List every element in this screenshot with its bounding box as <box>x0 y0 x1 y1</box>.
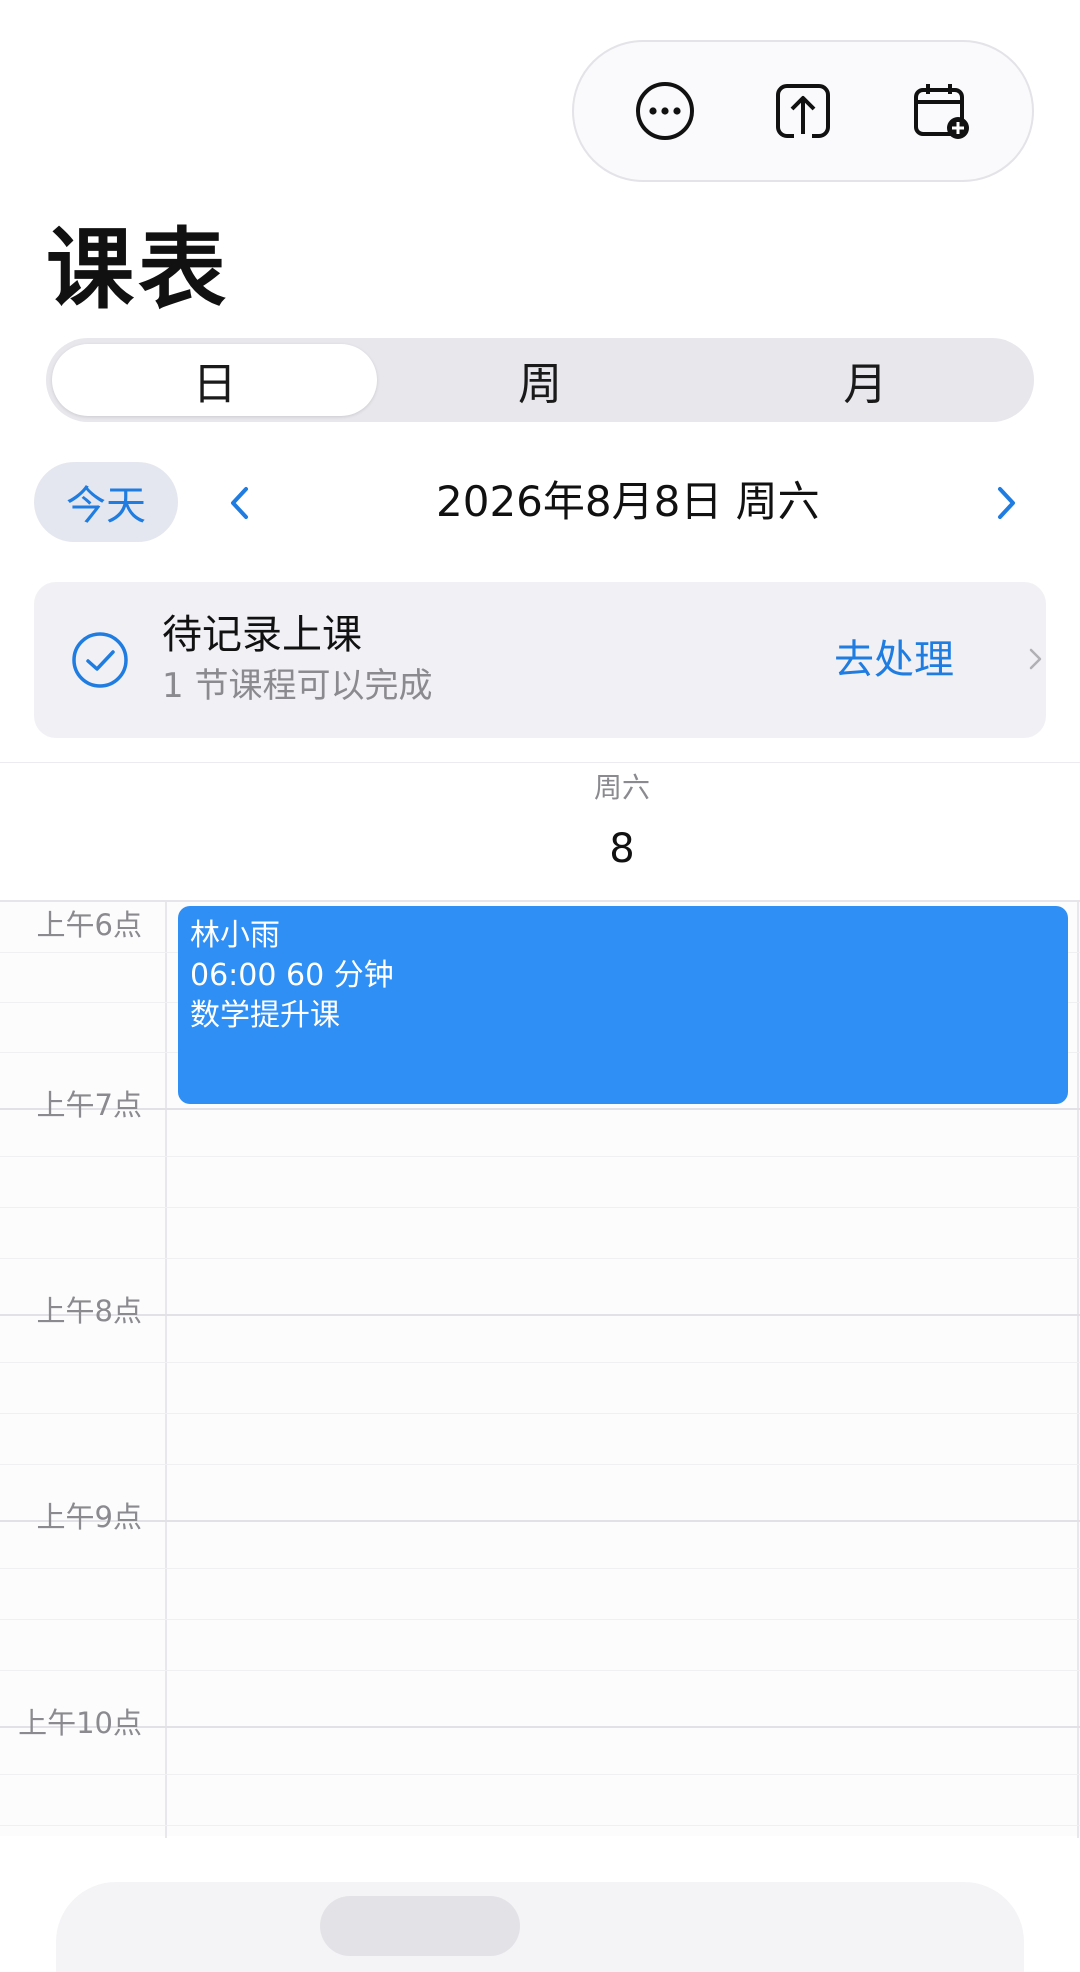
quarter-line <box>0 1774 1080 1775</box>
chevron-right-icon <box>1029 648 1042 670</box>
quarter-line <box>0 1464 1080 1465</box>
view-switcher: 日 周 月 <box>46 338 1034 422</box>
event-time: 06:00 60 分钟 <box>190 958 394 993</box>
tab-week[interactable]: 周 <box>377 344 702 416</box>
hour-label: 上午8点 <box>36 1294 142 1328</box>
process-link[interactable]: 去处理 <box>834 630 954 690</box>
quarter-line <box>0 1156 1080 1157</box>
tab-day[interactable]: 日 <box>52 344 378 416</box>
pending-record-card[interactable]: 待记录上课 1 节课程可以完成 去处理 <box>34 582 1046 738</box>
today-button[interactable]: 今天 <box>34 462 178 542</box>
hour-line <box>0 1726 1080 1728</box>
page-title: 课表 <box>46 218 231 321</box>
current-date: 2026年8月8日 周六 <box>436 477 820 526</box>
event-student: 林小雨 <box>190 918 280 953</box>
hour-line <box>0 1108 1080 1110</box>
prev-day-button[interactable] <box>216 478 266 528</box>
bottom-tab-indicator[interactable] <box>320 1896 520 1956</box>
hour-label: 上午9点 <box>36 1500 142 1534</box>
quarter-line <box>0 1207 1080 1208</box>
add-calendar-button[interactable] <box>896 66 986 156</box>
more-icon <box>636 82 694 140</box>
lesson-event[interactable]: 林小雨 06:00 60 分钟 数学提升课 <box>178 906 1068 1104</box>
pending-subtitle: 1 节课程可以完成 <box>162 666 433 706</box>
quarter-line <box>0 1619 1080 1620</box>
add-calendar-icon <box>914 84 969 139</box>
hour-label: 上午7点 <box>36 1088 142 1122</box>
hour-label: 上午6点 <box>36 908 142 942</box>
day-number: 8 <box>609 826 635 872</box>
chevron-left-icon <box>231 487 248 519</box>
tab-month[interactable]: 月 <box>703 344 1028 416</box>
quarter-line <box>0 1568 1080 1569</box>
more-button[interactable] <box>620 66 710 156</box>
hour-line <box>0 1520 1080 1522</box>
hour-line <box>0 1314 1080 1316</box>
share-button[interactable] <box>758 66 848 156</box>
quarter-line <box>0 1413 1080 1414</box>
share-icon <box>776 84 830 140</box>
quarter-line <box>0 1258 1080 1259</box>
next-day-button[interactable] <box>980 478 1030 528</box>
weekday-label: 周六 <box>593 771 650 804</box>
check-circle-icon <box>72 632 128 688</box>
pending-title: 待记录上课 <box>162 612 362 658</box>
day-timeline[interactable]: 上午6点 上午7点 上午8点 上午9点 上午10点 林小雨 06:00 60 分… <box>0 900 1080 1838</box>
action-toolbar <box>572 40 1034 182</box>
chevron-right-icon <box>998 487 1015 519</box>
bottom-tab-bar <box>56 1882 1024 1972</box>
event-course: 数学提升课 <box>190 998 340 1033</box>
timeline-right-border <box>1077 902 1079 1838</box>
quarter-line <box>0 1825 1080 1826</box>
quarter-line <box>0 1362 1080 1363</box>
time-column-divider <box>165 902 167 1838</box>
divider <box>0 762 1080 763</box>
quarter-line <box>0 1670 1080 1671</box>
hour-label: 上午10点 <box>18 1706 142 1740</box>
